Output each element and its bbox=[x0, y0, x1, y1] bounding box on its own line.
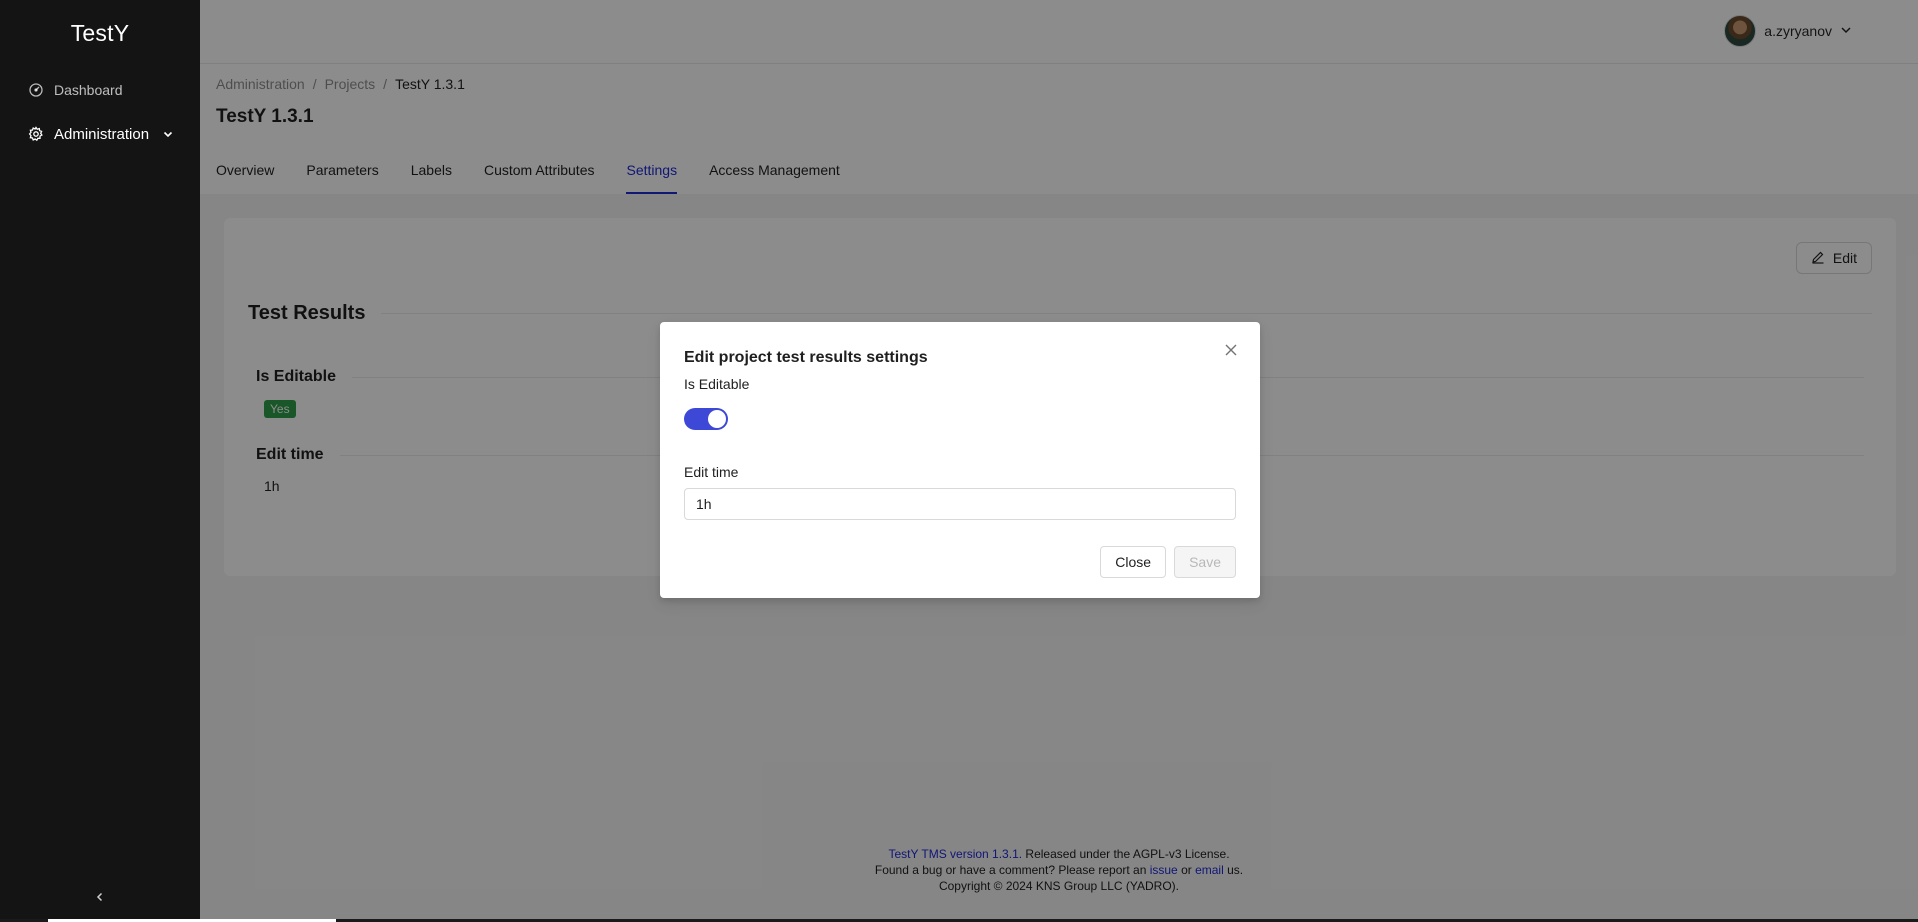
dashboard-icon bbox=[28, 82, 44, 98]
collapse-sidebar-button[interactable] bbox=[0, 886, 200, 910]
sidebar-item-label: Dashboard bbox=[54, 82, 123, 98]
edit-settings-modal: Edit project test results settings Is Ed… bbox=[660, 322, 1260, 598]
edit-time-label: Edit time bbox=[684, 464, 739, 480]
close-icon bbox=[1224, 343, 1238, 360]
save-button[interactable]: Save bbox=[1174, 546, 1236, 578]
sidebar: TestY Dashboard Administration bbox=[0, 0, 200, 922]
close-button[interactable]: Close bbox=[1100, 546, 1167, 578]
chevron-left-icon bbox=[94, 890, 106, 906]
modal-title: Edit project test results settings bbox=[684, 349, 928, 366]
gear-icon bbox=[28, 126, 44, 142]
chevron-down-icon bbox=[162, 128, 174, 140]
is-editable-label: Is Editable bbox=[684, 376, 750, 392]
sidebar-item-administration[interactable]: Administration bbox=[4, 114, 196, 154]
modal-footer: Close Save bbox=[1100, 546, 1236, 578]
app-logo[interactable]: TestY bbox=[0, 0, 200, 66]
modal-close-button[interactable] bbox=[1220, 340, 1242, 362]
is-editable-switch[interactable] bbox=[684, 408, 728, 430]
sidebar-item-label: Administration bbox=[54, 125, 150, 143]
sidebar-item-dashboard[interactable]: Dashboard bbox=[4, 70, 196, 110]
switch-knob bbox=[708, 410, 726, 428]
edit-time-input[interactable] bbox=[684, 488, 1236, 520]
